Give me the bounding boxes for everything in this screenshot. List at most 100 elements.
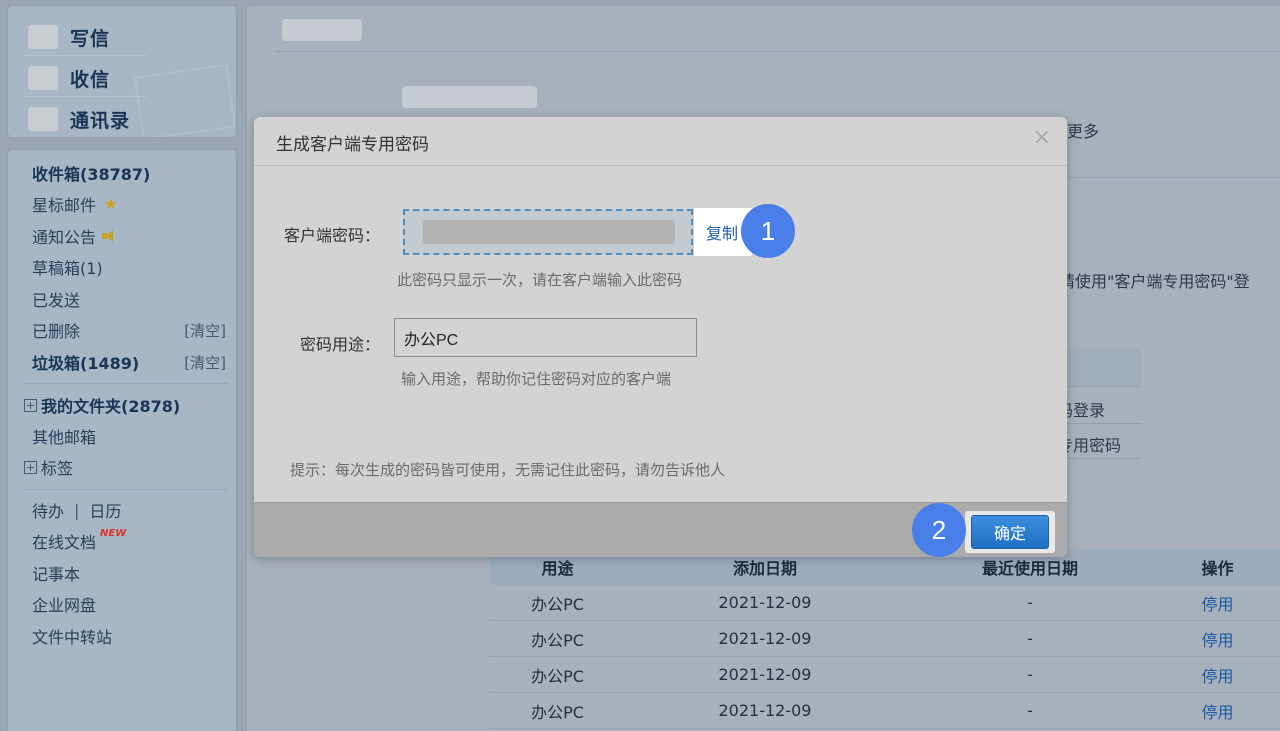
purpose-input[interactable] bbox=[394, 318, 697, 357]
divider bbox=[24, 489, 228, 490]
purpose-label: 密码用途： bbox=[299, 335, 380, 354]
confirm-button[interactable]: 确定 bbox=[971, 515, 1049, 549]
divider bbox=[275, 51, 1280, 52]
contacts-label: 通讯录 bbox=[70, 109, 131, 132]
folder-starred[interactable]: 星标邮件 ★ bbox=[32, 192, 226, 216]
app-label: 企业网盘 bbox=[32, 596, 97, 615]
password-display[interactable] bbox=[403, 209, 693, 255]
divider bbox=[24, 55, 146, 56]
app-online-docs[interactable]: 在线文档 NEW bbox=[32, 527, 226, 553]
folder-panel: 收件箱(38787) 星标邮件 ★ 通知公告 草稿箱(1) 已发送 已删除 [清… bbox=[7, 149, 237, 731]
generate-password-dialog: 生成客户端专用密码 × 客户端密码： 复制 此密码只显示一次，请在客户端输入此密… bbox=[254, 117, 1067, 557]
header-action: 操作 bbox=[1201, 559, 1234, 578]
step-1-badge: 1 bbox=[741, 204, 795, 258]
table-row: 办公PC 2021-12-09 - 停用 bbox=[490, 657, 1280, 693]
compose-icon bbox=[28, 25, 58, 49]
cell-last-used: - bbox=[1027, 593, 1033, 612]
new-badge: NEW bbox=[100, 527, 127, 539]
app-transfer[interactable]: 文件中转站 bbox=[32, 624, 226, 648]
cell-last-used: - bbox=[1027, 701, 1033, 720]
folder-label: 标签 bbox=[41, 459, 74, 478]
receive-button[interactable]: 收信 bbox=[28, 62, 110, 94]
disable-link[interactable]: 停用 bbox=[1155, 627, 1280, 651]
dialog-title: 生成客户端专用密码 bbox=[276, 135, 429, 155]
speaker-icon bbox=[102, 230, 116, 242]
disable-link[interactable]: 停用 bbox=[1155, 699, 1280, 723]
star-icon: ★ bbox=[104, 195, 118, 213]
folder-other-mail[interactable]: 其他邮箱 bbox=[32, 424, 226, 448]
contacts-button[interactable]: 通讯录 bbox=[28, 103, 130, 135]
folder-label: 我的文件夹(2878) bbox=[41, 397, 181, 416]
cell-added: 2021-12-09 bbox=[718, 629, 812, 648]
app-label: 在线文档 bbox=[32, 533, 97, 552]
cell-last-used: - bbox=[1027, 665, 1033, 684]
folder-inbox[interactable]: 收件箱(38787) bbox=[32, 161, 226, 185]
disable-link[interactable]: 停用 bbox=[1155, 591, 1280, 615]
divider bbox=[1047, 177, 1280, 178]
cell-added: 2021-12-09 bbox=[718, 665, 812, 684]
header-added-date: 添加日期 bbox=[732, 559, 797, 578]
folder-label: 星标邮件 bbox=[32, 196, 97, 215]
header-purpose: 用途 bbox=[541, 559, 574, 578]
cell-purpose: 办公PC bbox=[531, 630, 584, 650]
clear-spam-link[interactable]: [清空] bbox=[184, 352, 226, 373]
folder-tags[interactable]: 标签 bbox=[24, 455, 226, 479]
header-last-used: 最近使用日期 bbox=[981, 559, 1078, 578]
password-hint: 此密码只显示一次，请在客户端输入此密码 bbox=[397, 271, 683, 289]
cell-purpose: 办公PC bbox=[531, 702, 584, 722]
close-icon[interactable]: × bbox=[1033, 127, 1051, 149]
calendar-link[interactable]: 日历 bbox=[89, 498, 121, 522]
folder-label: 垃圾箱(1489) bbox=[32, 354, 140, 373]
folder-sent[interactable]: 已发送 bbox=[32, 287, 226, 311]
cell-purpose: 办公PC bbox=[531, 594, 584, 614]
app-disk[interactable]: 企业网盘 bbox=[32, 592, 226, 616]
apps-todo-calendar: 待办 | 日历 bbox=[32, 498, 226, 522]
folder-label: 通知公告 bbox=[32, 228, 97, 247]
cell-last-used: - bbox=[1027, 629, 1033, 648]
expand-icon[interactable] bbox=[24, 398, 37, 412]
compose-button[interactable]: 写信 bbox=[28, 21, 110, 53]
clear-deleted-link[interactable]: [清空] bbox=[184, 320, 226, 341]
security-tip: 提示：每次生成的密码皆可使用，无需记住此密码，请勿告诉他人 bbox=[290, 461, 726, 479]
folder-label: 已删除 bbox=[32, 322, 81, 341]
folder-notice[interactable]: 通知公告 bbox=[32, 224, 226, 248]
more-text-fragment: 更多 bbox=[1067, 122, 1100, 141]
app-label: 文件中转站 bbox=[32, 628, 113, 647]
copy-label: 复制 bbox=[706, 224, 739, 243]
compose-label: 写信 bbox=[70, 27, 111, 50]
purpose-hint: 输入用途，帮助你记住密码对应的客户端 bbox=[401, 370, 672, 388]
folder-spam[interactable]: 垃圾箱(1489) [清空] bbox=[32, 350, 226, 374]
section-title-placeholder bbox=[402, 86, 537, 108]
receive-label: 收信 bbox=[70, 68, 111, 91]
confirm-highlight: 确定 bbox=[965, 511, 1055, 553]
client-info-fragment: 端请使用"客户端专用密码"登 bbox=[1043, 272, 1250, 291]
receive-icon bbox=[28, 66, 58, 90]
folder-drafts[interactable]: 草稿箱(1) bbox=[32, 255, 226, 279]
cell-added: 2021-12-09 bbox=[718, 701, 812, 720]
folder-label: 已发送 bbox=[32, 291, 81, 310]
folder-deleted[interactable]: 已删除 [清空] bbox=[32, 318, 226, 342]
folder-label: 其他邮箱 bbox=[32, 428, 97, 447]
app-notes[interactable]: 记事本 bbox=[32, 561, 226, 585]
confirm-label: 确定 bbox=[993, 524, 1026, 543]
divider bbox=[24, 96, 146, 97]
page-title-placeholder bbox=[282, 19, 362, 41]
password-label: 客户端密码： bbox=[283, 226, 380, 245]
table-row: 办公PC 2021-12-09 - 停用 bbox=[490, 693, 1280, 729]
todo-link[interactable]: 待办 bbox=[32, 498, 64, 522]
compose-panel: 写信 收信 通讯录 bbox=[7, 5, 237, 138]
contacts-icon bbox=[28, 107, 58, 131]
separator: | bbox=[74, 500, 80, 520]
cell-purpose: 办公PC bbox=[531, 666, 584, 686]
disable-link[interactable]: 停用 bbox=[1155, 663, 1280, 687]
step-2-badge: 2 bbox=[912, 503, 966, 557]
folder-my-folders[interactable]: 我的文件夹(2878) bbox=[24, 393, 226, 417]
folder-label: 收件箱(38787) bbox=[32, 165, 151, 184]
folder-label: 草稿箱(1) bbox=[32, 259, 103, 278]
divider bbox=[24, 383, 228, 384]
password-table: 用途 添加日期 最近使用日期 操作 办公PC 2021-12-09 - 停用 办… bbox=[490, 549, 1280, 729]
password-redacted bbox=[423, 220, 675, 244]
cell-added: 2021-12-09 bbox=[718, 593, 812, 612]
envelope-decoration bbox=[134, 63, 236, 137]
expand-icon[interactable] bbox=[24, 460, 37, 474]
